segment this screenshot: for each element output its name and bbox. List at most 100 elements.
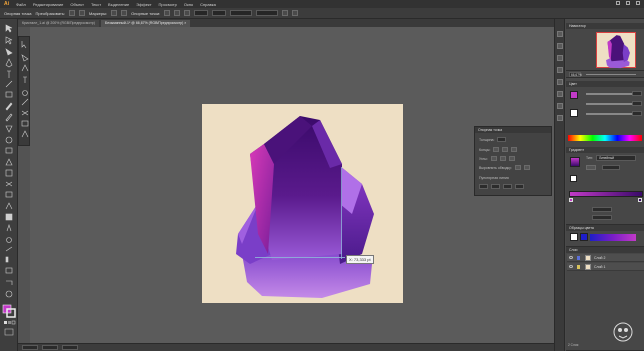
color-white-swatch[interactable]: [570, 109, 578, 117]
ellipse-tool-icon[interactable]: [22, 90, 28, 96]
menu-window[interactable]: Окно: [184, 2, 193, 7]
rectangle-tool-icon[interactable]: [5, 91, 13, 98]
gradient-mode-icon[interactable]: [8, 321, 11, 324]
add-anchor-tool-icon[interactable]: [21, 64, 29, 72]
slice-tool-icon[interactable]: [6, 280, 13, 285]
layers-panel-icon[interactable]: [557, 43, 563, 49]
corner-miter-button[interactable]: [490, 156, 497, 161]
corner-bevel-button[interactable]: [508, 156, 515, 161]
corner-round-button[interactable]: [499, 156, 506, 161]
swatch-white[interactable]: [570, 233, 578, 241]
close-icon[interactable]: [636, 1, 640, 5]
color-value-r[interactable]: [632, 91, 642, 96]
transform-panel-icon[interactable]: [557, 67, 563, 73]
drawing-mode-icon[interactable]: [4, 328, 14, 336]
line-tool-icon[interactable]: [5, 80, 13, 88]
artboard-tool-icon[interactable]: [5, 267, 13, 274]
dash-field-2[interactable]: [503, 184, 512, 189]
gradient-type-select[interactable]: Линейный: [596, 155, 636, 161]
gradient-stop-right[interactable]: [638, 198, 642, 202]
none-mode-icon[interactable]: [11, 320, 16, 325]
color-slider-r[interactable]: [586, 93, 632, 95]
scissors-tool-icon[interactable]: [21, 110, 29, 116]
gradient-location-field[interactable]: [592, 215, 612, 220]
gradient-angle-field[interactable]: [602, 165, 620, 170]
gap-field-1[interactable]: [491, 184, 500, 189]
color-spectrum[interactable]: [568, 135, 642, 141]
magic-wand-tool-icon[interactable]: [5, 48, 13, 56]
smooth-tool-icon[interactable]: [21, 98, 29, 106]
align-icon[interactable]: [282, 10, 289, 16]
menu-edit[interactable]: Редактирование: [33, 2, 63, 7]
area-type-tool-icon[interactable]: [23, 76, 27, 83]
mesh-tool-icon[interactable]: [5, 202, 13, 210]
group-selection-tool-icon[interactable]: [21, 41, 27, 49]
paintbrush-tool-icon[interactable]: [5, 102, 13, 111]
menu-effect[interactable]: Эффект: [136, 2, 151, 7]
navigator-thumbnail[interactable]: [596, 32, 636, 69]
visibility-eye-icon[interactable]: [569, 265, 573, 268]
artboard-navigation-field[interactable]: [42, 345, 58, 350]
status-info-field[interactable]: [62, 345, 78, 350]
free-transform-tool-icon[interactable]: [5, 169, 13, 177]
align-inside-button[interactable]: [523, 165, 530, 170]
width-field[interactable]: [230, 10, 253, 16]
dash-field-1[interactable]: [479, 184, 488, 189]
stroke-weight-field[interactable]: [497, 137, 507, 142]
color-mode-icon[interactable]: [4, 321, 7, 324]
maximize-icon[interactable]: [626, 1, 630, 5]
cap-butt-button[interactable]: [493, 147, 500, 152]
pathfinder-panel-icon[interactable]: [557, 91, 563, 97]
crystal-artwork[interactable]: [202, 104, 403, 303]
selection-tool-icon[interactable]: [5, 24, 13, 33]
cap-square-button[interactable]: [511, 147, 518, 152]
links-panel-icon[interactable]: [557, 55, 563, 61]
gradient-opacity-field[interactable]: [592, 207, 612, 212]
rotate-tool-icon[interactable]: [5, 136, 13, 144]
align-center-button[interactable]: [514, 165, 521, 170]
cap-round-button[interactable]: [502, 147, 509, 152]
perspective-grid-tool-icon[interactable]: [5, 191, 13, 198]
menu-object[interactable]: Объект: [70, 2, 84, 7]
minimize-icon[interactable]: [616, 1, 620, 5]
blend-tool-icon[interactable]: [6, 237, 12, 243]
transform-icon[interactable]: [292, 10, 299, 16]
artboard[interactable]: [202, 104, 403, 303]
type-tool-icon[interactable]: [7, 70, 11, 78]
lasso-tool-icon[interactable]: [21, 54, 29, 62]
align-panel-icon[interactable]: [557, 79, 563, 85]
connect-anchor-icon[interactable]: [174, 10, 181, 16]
warp-tool-icon[interactable]: [21, 130, 29, 138]
pen-tool-icon[interactable]: [5, 58, 13, 68]
gap-field-2[interactable]: [515, 184, 524, 189]
gradient-stroke-swatch[interactable]: [570, 175, 577, 182]
zoom-field[interactable]: [22, 345, 38, 350]
navigator-zoom-slider[interactable]: [586, 74, 636, 75]
x-field[interactable]: [194, 10, 209, 16]
color-value-g[interactable]: [632, 101, 642, 106]
color-slider-g[interactable]: [586, 103, 632, 105]
gradient-stop-left[interactable]: [569, 198, 573, 202]
menu-type[interactable]: Текст: [91, 2, 101, 7]
pencil-tool-icon[interactable]: [5, 113, 13, 122]
shape-builder-tool-icon[interactable]: [5, 181, 13, 187]
convert-smooth-icon[interactable]: [79, 10, 86, 16]
column-graph-tool-icon[interactable]: [5, 256, 9, 263]
character-panel-icon[interactable]: [557, 103, 563, 109]
height-field[interactable]: [256, 10, 279, 16]
layer-name[interactable]: Слой 1: [594, 263, 605, 271]
y-field[interactable]: [212, 10, 227, 16]
menu-help[interactable]: Справка: [200, 2, 216, 7]
layer-name[interactable]: Слой 2: [594, 254, 605, 262]
direct-selection-tool-icon[interactable]: [5, 36, 13, 45]
show-handles-icon[interactable]: [111, 10, 118, 16]
hand-tool-icon[interactable]: [5, 290, 13, 298]
reflect-tool-icon[interactable]: [21, 120, 29, 127]
hide-handles-icon[interactable]: [121, 10, 128, 16]
swatch-blue[interactable]: [580, 233, 588, 241]
gradient-reverse-button[interactable]: [586, 165, 596, 170]
gradient-slider-bar[interactable]: [569, 191, 643, 197]
convert-corner-icon[interactable]: [69, 10, 76, 16]
width-tool-icon[interactable]: [5, 158, 13, 166]
gradient-preview-swatch[interactable]: [570, 157, 580, 167]
